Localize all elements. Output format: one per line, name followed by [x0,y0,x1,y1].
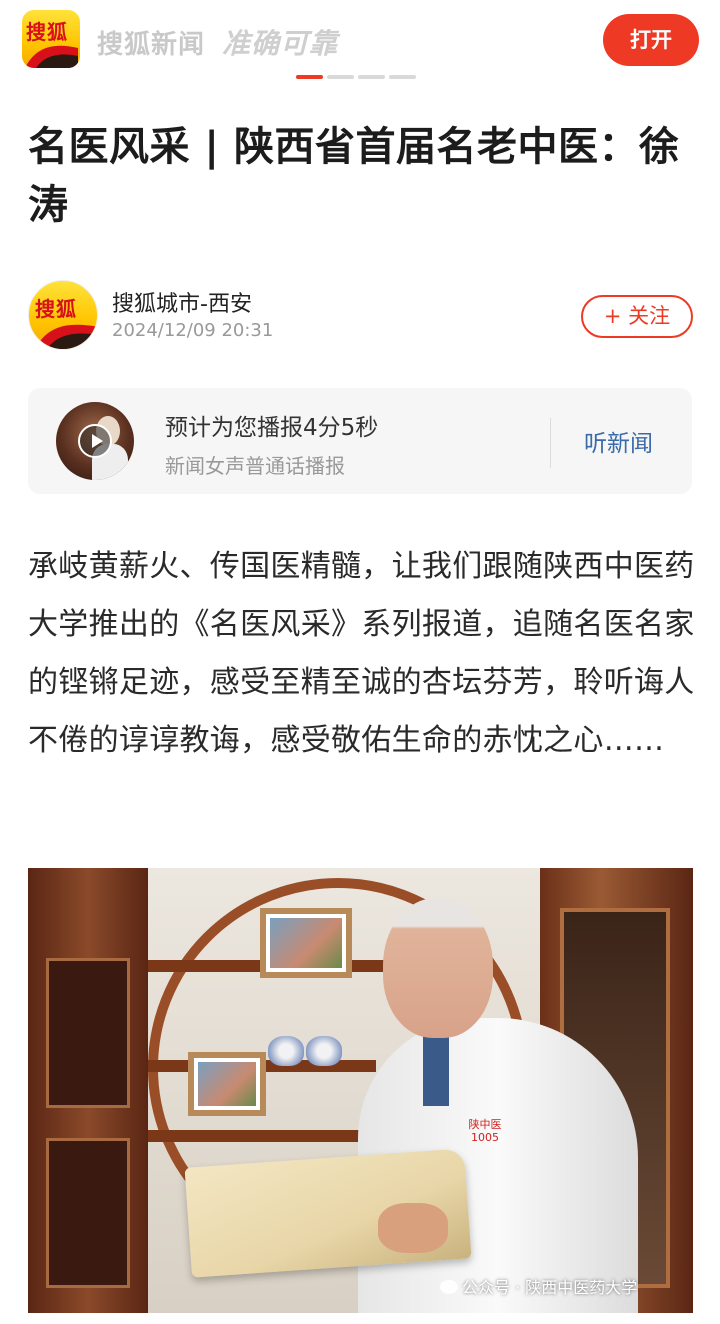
pager-dot [358,75,385,79]
publish-time: 2024/12/09 20:31 [112,320,274,341]
author-name[interactable]: 搜狐城市-西安 [112,286,252,318]
open-app-button[interactable]: 打开 [603,14,699,66]
article-intro-paragraph: 承岐黄薪火、传国医精髓，让我们跟随陕西中医药大学推出的《名医风采》系列报道，追随… [28,549,695,758]
sohu-app-logo[interactable]: 搜狐 [22,10,80,68]
porcelain-jar [306,1036,342,1066]
photo-coat-badge: 陕中医 1005 [468,1118,502,1144]
photo-cabinet-left [28,868,148,1313]
pager-dot [327,75,354,79]
photo-frame [188,1052,266,1116]
carousel-pager [296,75,420,80]
wechat-icon [440,1280,458,1294]
audio-voice-text: 新闻女声普通话播报 [165,454,345,478]
article-title: 名医风采 | 陕西省首届名老中医：徐涛 [28,124,680,228]
author-avatar[interactable]: 搜狐 [28,280,98,350]
play-icon[interactable] [78,424,112,458]
divider [550,418,551,468]
brand-name: 搜狐新闻 [97,30,206,60]
photo-shelf [146,1130,386,1142]
follow-button[interactable]: + 关注 [581,295,693,338]
audio-news-card[interactable]: 预计为您播报4分5秒 新闻女声普通话播报 听新闻 [28,388,692,494]
photo-watermark: 公众号 · 陕西中医药大学 [440,1274,637,1298]
photo-doctor-head [383,898,493,1038]
porcelain-jar [268,1036,304,1066]
audio-duration-text: 预计为您播报4分5秒 [165,415,379,441]
photo-shirt [423,1036,449,1106]
audio-thumbnail[interactable] [56,402,134,480]
top-app-bar: 搜狐 搜狐新闻 准确可靠 打开 [0,0,720,88]
fox-tail-icon [26,45,78,68]
fox-tail-icon [35,324,97,349]
watermark-text: 公众号 · 陕西中医药大学 [462,1278,638,1297]
article-photo[interactable]: 陕中医 1005 公众号 · 陕西中医药大学 [28,868,693,1313]
pager-dot-active [296,75,323,79]
photo-frame [260,908,352,978]
listen-news-button[interactable]: 听新闻 [584,424,653,458]
brand-slogan: 准确可靠 [222,27,339,60]
photo-hand [378,1203,448,1253]
pager-dot [389,75,416,79]
